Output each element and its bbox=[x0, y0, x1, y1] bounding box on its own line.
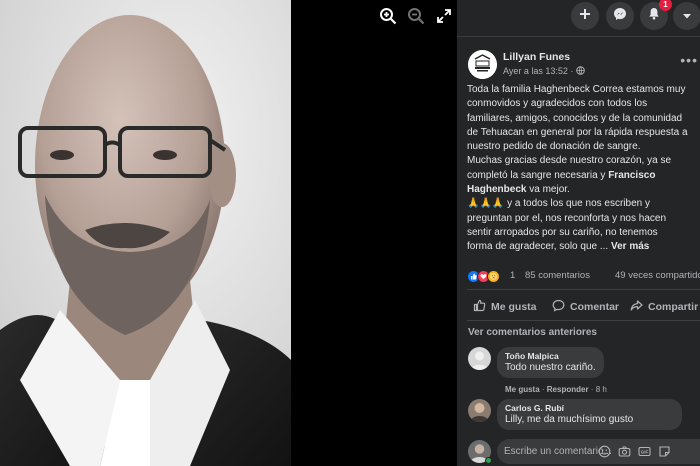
tagged-person[interactable]: Francisco bbox=[608, 170, 655, 181]
share-count[interactable]: 49 veces compartido bbox=[615, 270, 700, 281]
post-line: sentir arropados por su cariño, no tenem… bbox=[467, 226, 658, 238]
author-name[interactable]: Lillyan Funes bbox=[503, 51, 570, 63]
comment-button[interactable]: Comentar bbox=[552, 299, 619, 315]
post-line: Haghenbeck va mejor. bbox=[467, 183, 700, 197]
post-time[interactable]: Ayer a las 13:52 · bbox=[503, 66, 585, 77]
create-button[interactable] bbox=[571, 2, 599, 30]
emoji-icon[interactable] bbox=[598, 445, 611, 458]
post-line: preguntan por el, nos reconforta y nos h… bbox=[467, 212, 667, 224]
comment-composer: GIF bbox=[468, 439, 700, 466]
bell-icon bbox=[648, 7, 660, 25]
post-line: Muchas gracias desde nuestro corazón, ya… bbox=[467, 155, 671, 167]
caret-down-icon bbox=[682, 7, 692, 25]
post-line: conmovidos y agradecidos con todos los bbox=[467, 98, 648, 110]
post-line: de Tehuacan en general por la rápida res… bbox=[467, 126, 688, 138]
share-icon bbox=[630, 299, 643, 315]
share-label: Compartir bbox=[648, 301, 699, 313]
top-bar: 1 bbox=[457, 0, 700, 36]
comment: Toño Malpica Todo nuestro cariño. Me gus… bbox=[468, 347, 700, 397]
author-logo-icon bbox=[468, 50, 497, 79]
comment-reply-link[interactable]: Responder bbox=[547, 385, 589, 394]
top-divider bbox=[457, 36, 700, 37]
commenter-name[interactable]: Toño Malpica bbox=[505, 351, 596, 361]
comment-text: Lilly, me da muchísimo gusto bbox=[505, 414, 634, 425]
zoom-in-icon[interactable] bbox=[378, 6, 398, 26]
notifications-button[interactable]: 1 bbox=[640, 0, 672, 30]
portrait-image bbox=[0, 0, 291, 466]
svg-text:GIF: GIF bbox=[641, 450, 649, 455]
reaction-count[interactable]: 1 bbox=[510, 270, 515, 281]
more-options-icon[interactable]: ••• bbox=[680, 52, 698, 68]
reactions-summary: 1 85 comentarios 49 veces compartido bbox=[467, 270, 700, 284]
comment-bubble: Toño Malpica Todo nuestro cariño. bbox=[497, 347, 604, 378]
view-previous-comments-link[interactable]: Ver comentarios anteriores bbox=[468, 327, 597, 338]
zoom-out-icon[interactable] bbox=[406, 6, 426, 26]
sticker-icon[interactable] bbox=[658, 445, 671, 458]
comment-time[interactable]: · 8 h bbox=[589, 385, 607, 394]
post-panel: 1 Lillyan Funes Ayer a las 13:52 · ••• T… bbox=[457, 0, 700, 466]
tagged-person[interactable]: Haghenbeck bbox=[467, 184, 526, 195]
post-line: completó la sangre necesaria y Francisco bbox=[467, 169, 700, 183]
notification-badge: 1 bbox=[659, 0, 672, 11]
comment-like-link[interactable]: Me gusta bbox=[505, 385, 540, 394]
gif-icon[interactable]: GIF bbox=[638, 445, 651, 458]
messenger-button[interactable] bbox=[606, 2, 634, 30]
like-button[interactable]: Me gusta bbox=[473, 299, 537, 315]
post-line-text: forma de agradecer, solo que ... bbox=[467, 241, 609, 253]
comment-label: Comentar bbox=[570, 301, 620, 313]
post-photo[interactable] bbox=[0, 0, 291, 466]
composer-tools: GIF bbox=[598, 445, 671, 458]
comment-count[interactable]: 85 comentarios bbox=[525, 270, 590, 281]
commenter-name[interactable]: Carlos G. Rubí bbox=[505, 403, 674, 413]
comment-meta: Me gusta · Responder · 8 h bbox=[505, 385, 607, 394]
post-body: Toda la familia Haghenbeck Correa estamo… bbox=[467, 83, 700, 255]
comment: Carlos G. Rubí Lilly, me da muchísimo gu… bbox=[468, 399, 700, 437]
camera-icon[interactable] bbox=[618, 445, 631, 458]
post-line: forma de agradecer, solo que ... Ver más bbox=[467, 240, 700, 254]
plus-icon bbox=[579, 7, 591, 25]
post-timestamp[interactable]: Ayer a las 13:52 · bbox=[503, 66, 573, 76]
post-line-text: completó la sangre necesaria y bbox=[467, 169, 609, 181]
comment-text: Todo nuestro cariño. bbox=[505, 362, 596, 373]
post-line: familiares, amigos, conocidos y de la co… bbox=[467, 112, 683, 124]
post-line: nuestro pedido de donación de sangre. bbox=[467, 141, 641, 153]
globe-icon bbox=[576, 66, 585, 77]
comment-icon bbox=[552, 299, 565, 315]
post-line: 🙏🙏🙏 y a todos los que nos escriben y bbox=[467, 198, 650, 210]
commenter-avatar[interactable] bbox=[468, 347, 491, 370]
account-menu-button[interactable] bbox=[673, 2, 700, 30]
post-line: Toda la familia Haghenbeck Correa estamo… bbox=[467, 84, 686, 95]
fullscreen-icon[interactable] bbox=[434, 6, 454, 26]
commenter-avatar[interactable] bbox=[468, 399, 491, 422]
care-reaction-icon bbox=[487, 270, 500, 283]
post-line-text: va mejor. bbox=[526, 184, 570, 196]
see-more-link[interactable]: Ver más bbox=[608, 241, 649, 252]
author-avatar[interactable] bbox=[468, 50, 497, 79]
post-actions: Me gusta Comentar Compartir bbox=[467, 297, 700, 317]
meta-separator: · bbox=[539, 385, 547, 394]
actions-top-divider bbox=[467, 289, 700, 290]
comment-bubble: Carlos G. Rubí Lilly, me da muchísimo gu… bbox=[497, 399, 682, 430]
thumbs-up-icon bbox=[473, 299, 486, 315]
reaction-icons[interactable] bbox=[467, 270, 500, 283]
messenger-icon bbox=[613, 7, 627, 26]
like-label: Me gusta bbox=[491, 301, 537, 313]
post-header: Lillyan Funes Ayer a las 13:52 · ••• bbox=[468, 48, 700, 82]
photo-viewer bbox=[0, 0, 457, 466]
share-button[interactable]: Compartir bbox=[630, 299, 698, 315]
actions-bottom-divider bbox=[467, 320, 700, 321]
online-status-dot bbox=[485, 457, 492, 464]
